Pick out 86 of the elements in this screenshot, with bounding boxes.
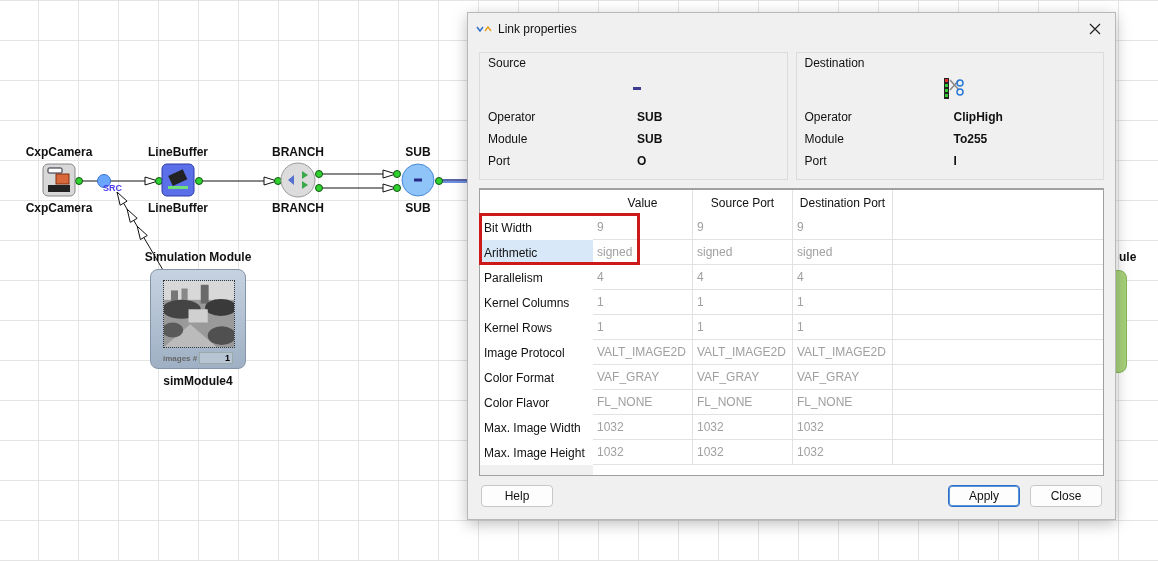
field-value: O [637, 154, 647, 168]
row-header[interactable]: Max. Image Width [480, 415, 593, 440]
node-label: ule [1119, 250, 1137, 264]
field-label: Module [804, 132, 845, 146]
count-field[interactable]: 1 [199, 352, 233, 364]
branch-module-icon[interactable] [280, 162, 316, 198]
table-cell: 1032 [593, 415, 693, 440]
node-label: SUB [405, 145, 431, 159]
table-cell: 4 [593, 265, 693, 290]
close-icon [1089, 22, 1101, 35]
simulation-module-card[interactable]: images # 1 [150, 269, 246, 369]
node-label: SUB [405, 201, 431, 215]
window-title: Link properties [498, 21, 578, 36]
column-header[interactable]: Destination Port [793, 190, 893, 215]
row-header[interactable]: Image Protocol [480, 340, 593, 365]
row-header[interactable]: Color Flavor [480, 390, 593, 415]
node-label: BRANCH [272, 145, 324, 159]
column-header[interactable]: Source Port [693, 190, 793, 215]
node-label: LineBuffer [148, 201, 208, 215]
field-value: SUB [637, 132, 663, 146]
table-cell: 1 [593, 315, 693, 340]
table-cell: VALT_IMAGE2D [593, 340, 693, 365]
chip-module-icon[interactable] [161, 163, 195, 197]
table-cell: FL_NONE [793, 390, 893, 415]
table-cell: VAF_GRAY [693, 365, 793, 390]
node-label: LineBuffer [148, 145, 208, 159]
node-label: Simulation Module [144, 250, 252, 264]
node-label: simModule4 [163, 374, 233, 388]
port-icon [274, 177, 282, 185]
camera-module-icon[interactable] [42, 163, 76, 197]
field-label: Module [488, 132, 529, 146]
table-cell: signed [693, 240, 793, 265]
table-cell: 1 [793, 290, 893, 315]
dialog-button[interactable]: Close [1030, 485, 1102, 507]
field-label: Port [488, 154, 511, 168]
row-header[interactable]: Color Format [480, 365, 593, 390]
row-header[interactable]: Kernel Rows [480, 315, 593, 340]
field-value: ClipHigh [953, 110, 1003, 124]
scissors-icon [942, 76, 965, 100]
table-cell: 1032 [593, 440, 693, 465]
table-cell: 9 [593, 215, 693, 240]
minus-icon [633, 86, 642, 90]
table-cell: VALT_IMAGE2D [793, 340, 893, 365]
table-cell: 1 [793, 315, 893, 340]
group-title: Source [488, 56, 528, 70]
port-icon [195, 177, 203, 185]
table-cell: 1032 [693, 440, 793, 465]
field-label: Port [804, 154, 828, 168]
field-value: To255 [953, 132, 988, 146]
table-cell: VALT_IMAGE2D [693, 340, 793, 365]
field-value: SUB [637, 110, 663, 124]
field-value: I [953, 154, 957, 168]
table-cell: 9 [693, 215, 793, 240]
minus-module-icon[interactable] [401, 163, 435, 197]
row-header[interactable]: Parallelism [480, 265, 593, 290]
node-label: BRANCH [272, 201, 324, 215]
table-cell: VAF_GRAY [793, 365, 893, 390]
row-header[interactable]: Max. Image Height [480, 440, 593, 465]
port-icon [435, 177, 443, 185]
row-header[interactable]: Bit Width [480, 215, 593, 240]
table-cell: FL_NONE [693, 390, 793, 415]
dialog-button[interactable]: Apply [948, 485, 1020, 507]
column-header[interactable]: Value [593, 190, 693, 215]
row-header[interactable]: Kernel Columns [480, 290, 593, 315]
table-cell: signed [593, 240, 693, 265]
table-cell: 9 [793, 215, 893, 240]
table-cell: 4 [693, 265, 793, 290]
table-cell: signed [793, 240, 893, 265]
field-label: Operator [804, 110, 853, 124]
port-label: SRC [103, 183, 122, 193]
table-cell: 1032 [793, 440, 893, 465]
node-label: CxpCamera [25, 201, 93, 215]
table-cell: 4 [793, 265, 893, 290]
field-label: images # [163, 353, 198, 363]
table-cell: 1 [593, 290, 693, 315]
table-cell: FL_NONE [593, 390, 693, 415]
table-cell: 1 [693, 290, 793, 315]
dialog-button[interactable]: Help [481, 485, 553, 507]
field-label: Operator [488, 110, 537, 124]
node-label: CxpCamera [25, 145, 93, 159]
port-icon [75, 177, 83, 185]
table-cell: VAF_GRAY [593, 365, 693, 390]
group-title: Destination [804, 56, 866, 70]
table-cell: 1032 [793, 415, 893, 440]
table-cell: 1032 [693, 415, 793, 440]
table-cell: 1 [693, 315, 793, 340]
